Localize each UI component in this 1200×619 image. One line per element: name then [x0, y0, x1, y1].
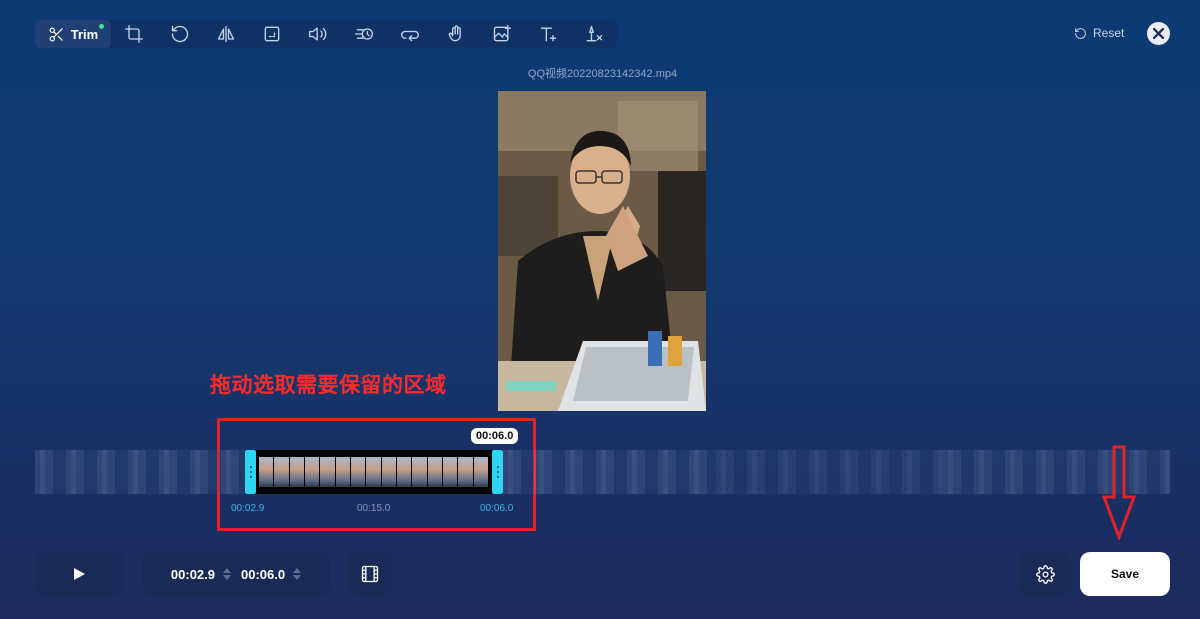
video-preview[interactable] [498, 91, 706, 411]
thumbnail [396, 457, 412, 487]
split-clip-button[interactable] [348, 552, 392, 596]
stabilize-icon [448, 25, 461, 42]
tool-trim[interactable]: Trim [35, 20, 111, 48]
thumbnail [320, 457, 335, 487]
timeline-strip[interactable]: 00:06.0 [35, 428, 1170, 494]
thumbnail [458, 457, 473, 487]
annotation-text: 拖动选取需要保留的区域 [210, 373, 447, 397]
close-button[interactable] [1147, 22, 1170, 45]
edit-toolbar: Trim [35, 20, 617, 48]
thumbnail [442, 457, 458, 487]
reset-icon [1075, 27, 1086, 39]
timeline-thumbnails-middle [503, 450, 716, 494]
thumbnail [274, 457, 289, 487]
trim-start-handle[interactable] [245, 450, 256, 494]
chevron-up-icon[interactable] [293, 568, 302, 573]
resize-icon [264, 26, 280, 42]
reset-button[interactable]: Reset [1074, 26, 1124, 40]
tool-add-text[interactable] [525, 20, 571, 48]
tool-stabilize[interactable] [433, 20, 479, 48]
thumbnail [289, 457, 304, 487]
play-button[interactable] [35, 552, 123, 596]
thumbnail [473, 457, 488, 487]
close-icon [1153, 28, 1164, 39]
settings-button[interactable] [1019, 552, 1071, 596]
thumbnail [366, 457, 381, 487]
remove-watermark-icon [586, 25, 603, 42]
tool-speed[interactable] [341, 20, 387, 48]
trim-selection[interactable] [245, 450, 503, 494]
chevron-down-icon[interactable] [223, 575, 231, 580]
trim-start-time-label: 00:02.9 [231, 503, 265, 514]
rotate-icon [171, 25, 189, 43]
end-time-input[interactable]: 00:06.0 [241, 567, 285, 582]
thumbnail [335, 457, 350, 487]
tool-crop[interactable] [111, 20, 157, 48]
trim-label: Trim [70, 26, 99, 42]
timeline-thumbnails-right [716, 450, 943, 494]
selected-thumbnails [259, 457, 489, 487]
chevron-up-icon[interactable] [223, 568, 231, 573]
end-time-stepper[interactable] [293, 568, 302, 580]
chevron-down-icon[interactable] [293, 575, 302, 580]
tool-rotate[interactable] [157, 20, 203, 48]
flip-icon [217, 25, 235, 43]
active-indicator [99, 24, 104, 29]
volume-icon [309, 27, 327, 41]
speed-icon [355, 28, 373, 40]
thumbnail [381, 457, 396, 487]
timeline-thumbnails-left [35, 450, 245, 494]
annotation-arrow-icon [1102, 445, 1136, 540]
tool-flip[interactable] [203, 20, 249, 48]
add-image-icon [493, 25, 511, 42]
start-time-stepper[interactable] [223, 568, 231, 580]
scissors-icon [49, 27, 63, 41]
tool-resize[interactable] [249, 20, 295, 48]
thumbnail [427, 457, 442, 487]
thumbnail [259, 457, 274, 487]
gear-icon [1035, 564, 1055, 584]
thumbnail [304, 457, 320, 487]
video-filename: QQ视频20220823142342.mp4 [527, 68, 678, 80]
start-time-group: 00:02.9 [171, 567, 231, 582]
end-time-group: 00:06.0 [241, 567, 302, 582]
trim-end-handle[interactable] [492, 450, 503, 494]
trim-end-time-label: 00:06.0 [480, 503, 514, 514]
add-text-icon [540, 27, 557, 42]
tool-remove-watermark[interactable] [571, 20, 617, 48]
save-button[interactable]: Save [1080, 552, 1170, 596]
reset-label: Reset [1093, 26, 1125, 40]
loop-icon [401, 30, 419, 42]
play-icon [74, 568, 85, 580]
start-time-input[interactable]: 00:02.9 [171, 567, 215, 582]
video-frame-image [498, 91, 706, 411]
trim-time-inputs: 00:02.9 00:06.0 [142, 552, 330, 596]
playhead-time-label: 00:06.0 [471, 428, 519, 444]
crop-icon [125, 25, 143, 43]
tool-volume[interactable] [295, 20, 341, 48]
tool-add-image[interactable] [479, 20, 525, 48]
thumbnail [350, 457, 366, 487]
film-icon [361, 565, 379, 583]
tool-loop[interactable] [387, 20, 433, 48]
timeline-mid-time-label: 00:15.0 [357, 503, 391, 514]
thumbnail [412, 457, 427, 487]
